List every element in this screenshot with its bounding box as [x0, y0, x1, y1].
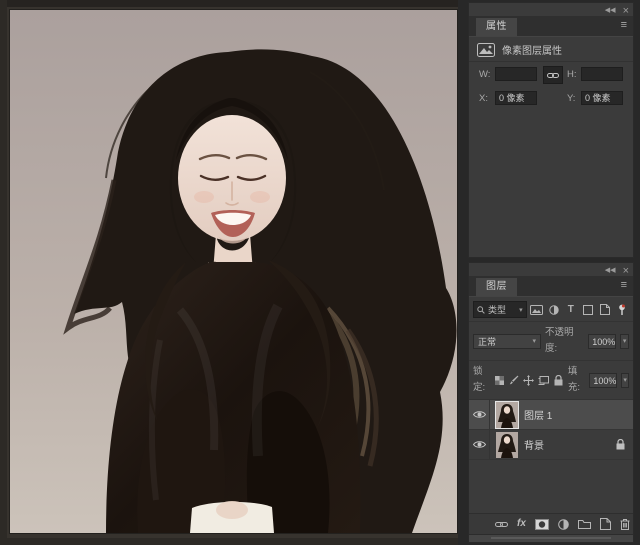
opacity-value[interactable]: 100% [588, 333, 617, 349]
layers-panel: ◀◀ × 图层 ≡ 类型 ▾ T 正常 ▾ 不透明度: 100% ▾ 锁定: 填… [468, 262, 634, 543]
layer-thumbnail[interactable] [495, 400, 519, 429]
collapse-panels-icon[interactable]: ◀◀ [605, 6, 616, 16]
text-tool-icon: T [567, 304, 574, 315]
filter-pin-icon [619, 304, 625, 315]
collapse-panels-icon[interactable]: ◀◀ [605, 266, 616, 276]
blend-mode-dropdown[interactable]: 正常 ▾ [473, 333, 541, 349]
add-mask-button[interactable] [534, 518, 549, 530]
opacity-scrubber[interactable]: ▾ [620, 333, 629, 349]
window-border-left [0, 0, 7, 545]
layer-style-button[interactable]: fx [517, 518, 526, 530]
width-input[interactable] [495, 67, 537, 81]
new-layer-button[interactable] [599, 518, 611, 530]
lock-icon [554, 374, 563, 385]
document-canvas[interactable] [10, 10, 457, 533]
brush-icon [509, 375, 519, 385]
link-icon [547, 72, 559, 78]
lock-all-button[interactable] [553, 373, 563, 388]
panel-menu-icon[interactable]: ≡ [621, 19, 627, 31]
layer-list: 图层 1 背景 [469, 400, 633, 460]
layer-thumbnail-image [496, 401, 518, 428]
opacity-label: 不透明度: [544, 327, 574, 354]
eye-icon [472, 411, 486, 418]
lock-pixels-button[interactable] [509, 373, 519, 388]
move-icon [523, 374, 535, 386]
height-input[interactable] [581, 67, 623, 81]
layer-thumbnail[interactable] [496, 431, 518, 458]
new-group-button[interactable] [577, 519, 591, 529]
properties-panel: ◀◀ × 属性 ≡ 像素图层属性 W: H: X: 0 像素 Y: 0 像素 [468, 2, 634, 258]
checkerboard-icon [495, 375, 505, 385]
filter-kind-label: 类型 [488, 305, 507, 315]
layers-tabstrip: 图层 ≡ [469, 276, 633, 297]
filter-kind-dropdown[interactable]: 类型 ▾ [473, 301, 527, 318]
visibility-toggle[interactable] [469, 430, 490, 459]
x-input[interactable] [495, 91, 537, 105]
lock-icon [616, 439, 625, 450]
width-label: W: [479, 69, 491, 80]
lock-row: 锁定: 填充: 100% ▾ [469, 361, 633, 400]
adjustment-icon [549, 304, 559, 315]
layer-name[interactable]: 背景 [524, 437, 616, 452]
shape-icon [582, 304, 593, 315]
image-icon [530, 304, 544, 315]
filter-shape-layers-button[interactable] [581, 302, 595, 317]
chevron-down-icon: ▾ [532, 338, 536, 345]
link-layers-button[interactable] [495, 521, 508, 528]
blend-mode-value: 正常 [478, 336, 497, 347]
fill-label: 填充: [567, 366, 581, 393]
lock-label: 锁定: [473, 366, 486, 393]
filter-type-layers-button[interactable]: T [564, 302, 578, 317]
properties-tabstrip: 属性 ≡ [469, 16, 633, 37]
height-label: H: [567, 69, 577, 80]
background-lock-badge[interactable] [616, 439, 625, 450]
x-label: X: [479, 93, 488, 104]
fill-scrubber[interactable]: ▾ [621, 372, 629, 388]
layer-name[interactable]: 图层 1 [524, 407, 633, 422]
fill-value[interactable]: 100% [589, 372, 618, 388]
search-icon [477, 305, 485, 314]
adjustment-icon [558, 518, 569, 530]
layer-row-layer1[interactable]: 图层 1 [469, 400, 633, 430]
folder-icon [577, 520, 591, 529]
filter-smart-objects-button[interactable] [598, 302, 612, 317]
close-panel-icon[interactable]: × [623, 6, 629, 17]
pixel-layer-icon [477, 42, 495, 57]
layer-row-background[interactable]: 背景 [469, 430, 633, 460]
eye-icon [472, 441, 486, 448]
smart-object-icon [599, 304, 610, 315]
mask-icon [534, 518, 549, 530]
filter-adjustment-layers-button[interactable] [547, 302, 561, 317]
layer-filter-row: 类型 ▾ T [469, 297, 633, 322]
artboard-icon [538, 375, 550, 385]
link-dimensions-button[interactable] [543, 66, 563, 84]
tab-properties[interactable]: 属性 [476, 18, 517, 36]
panel-resize-handle[interactable] [469, 534, 633, 542]
panel-menu-icon[interactable]: ≡ [621, 279, 627, 291]
trash-icon [620, 519, 630, 530]
tab-layers[interactable]: 图层 [476, 278, 517, 296]
delete-layer-button[interactable] [620, 518, 630, 530]
panel-dock: ◀◀ × 属性 ≡ 像素图层属性 W: H: X: 0 像素 Y: 0 像素 ◀… [458, 0, 640, 545]
filter-pixel-layers-button[interactable] [530, 302, 544, 317]
pixel-layer-properties-label: 像素图层属性 [502, 46, 562, 57]
chevron-down-icon: ▾ [519, 306, 523, 314]
new-layer-icon [599, 518, 611, 530]
filter-toggle-button[interactable] [615, 302, 629, 317]
y-label: Y: [567, 93, 576, 104]
portrait-photo [10, 10, 457, 533]
lock-artboard-button[interactable] [538, 373, 550, 388]
lock-position-button[interactable] [523, 373, 535, 388]
lock-transparency-button[interactable] [494, 373, 505, 388]
layers-footer: fx [469, 513, 633, 534]
new-adjustment-layer-button[interactable] [558, 518, 569, 530]
visibility-toggle[interactable] [469, 400, 490, 429]
layer-thumbnail-image [496, 431, 518, 458]
link-icon [495, 521, 508, 527]
blend-opacity-row: 正常 ▾ 不透明度: 100% ▾ [469, 322, 633, 361]
close-panel-icon[interactable]: × [623, 266, 629, 277]
y-input[interactable] [581, 91, 623, 105]
pixel-layer-properties-row: 像素图层属性 [469, 37, 633, 62]
